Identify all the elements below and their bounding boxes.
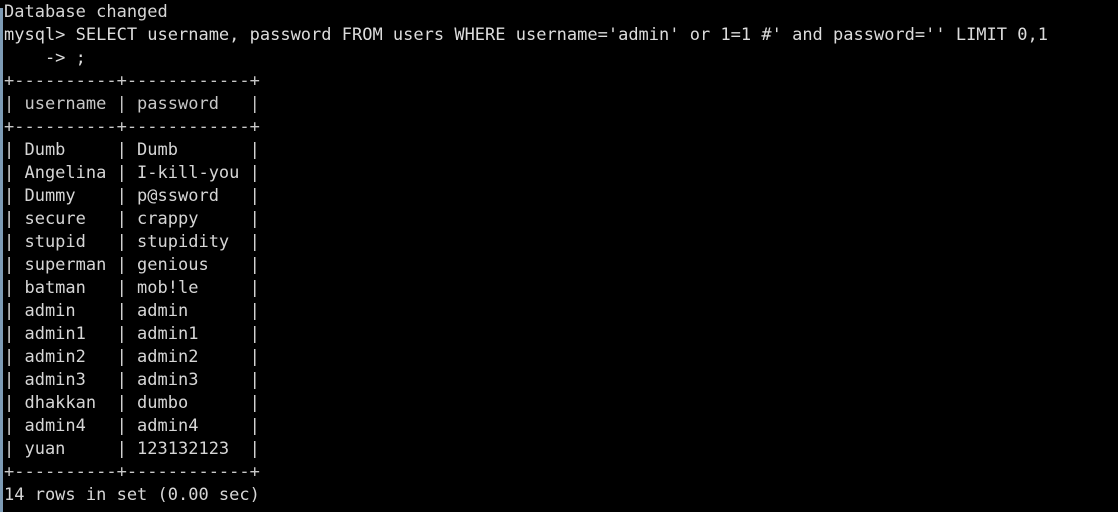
- database-changed-message: Database changed: [4, 2, 168, 22]
- table-row: | batman | mob!le |: [4, 278, 260, 298]
- mysql-query-line: mysql> SELECT username, password FROM us…: [4, 25, 1048, 45]
- table-row: | dhakkan | dumbo |: [4, 393, 260, 413]
- table-top-border: +----------+------------+: [4, 71, 260, 91]
- terminal-screen[interactable]: Database changed mysql> SELECT username,…: [0, 0, 1118, 512]
- table-row: | Dummy | p@ssword |: [4, 186, 260, 206]
- table-row: | yuan | 123132123 |: [4, 439, 260, 459]
- table-bottom-border: +----------+------------+: [4, 462, 260, 482]
- terminal-window[interactable]: Database changed mysql> SELECT username,…: [0, 0, 1118, 512]
- table-header-row: | username | password |: [4, 94, 260, 114]
- rows-in-set-status: 14 rows in set (0.00 sec): [4, 485, 260, 505]
- table-row: | Dumb | Dumb |: [4, 140, 260, 160]
- result-table: +----------+------------+ | username | p…: [4, 70, 1118, 484]
- table-row: | admin2 | admin2 |: [4, 347, 260, 367]
- table-row: | stupid | stupidity |: [4, 232, 260, 252]
- table-header-separator: +----------+------------+: [4, 117, 260, 137]
- table-row: | Angelina | I-kill-you |: [4, 163, 260, 183]
- table-row: | admin1 | admin1 |: [4, 324, 260, 344]
- table-row: | admin3 | admin3 |: [4, 370, 260, 390]
- table-row: | superman | genious |: [4, 255, 260, 275]
- table-row: | admin4 | admin4 |: [4, 416, 260, 436]
- table-row: | secure | crappy |: [4, 209, 260, 229]
- table-row: | admin | admin |: [4, 301, 260, 321]
- mysql-continuation-line: -> ;: [4, 48, 86, 68]
